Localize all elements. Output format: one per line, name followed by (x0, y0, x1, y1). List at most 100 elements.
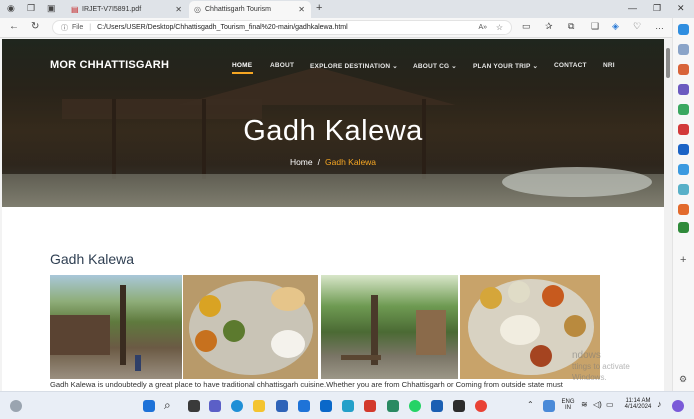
maximize-button[interactable]: ❐ (653, 3, 661, 14)
shopping-icon[interactable] (678, 64, 689, 75)
hero-banner: MOR CHHATTISGARH HOME ABOUT EXPLORE DEST… (2, 39, 664, 207)
clock[interactable]: 11:14 AM 4/14/2024 (618, 398, 658, 410)
settings-icon[interactable]: ⚙ (679, 374, 687, 385)
teams-icon[interactable] (209, 400, 221, 412)
file-scheme-label: File (72, 24, 84, 31)
nav-contact[interactable]: CONTACT (554, 62, 587, 69)
tree-icon[interactable] (678, 222, 689, 233)
copilot-taskbar-icon[interactable] (672, 400, 684, 412)
drop-icon[interactable] (678, 184, 689, 195)
nav-about-cg[interactable]: ABOUT CG ⌄ (413, 62, 457, 70)
watermark-line-2: ttings to activate Windows. (572, 362, 630, 382)
copilot-icon[interactable] (678, 24, 689, 35)
nav-explore-destination[interactable]: EXPLORE DESTINATION ⌄ (310, 62, 398, 70)
close-window-button[interactable]: ✕ (677, 3, 685, 14)
photo-courtyard (50, 275, 182, 379)
profile-icon[interactable]: ◉ (7, 3, 15, 14)
language-line-2: IN (565, 405, 571, 411)
info-icon: ⓘ (61, 24, 68, 32)
section-title: Gadh Kalewa (50, 251, 135, 267)
photo-tree-trunk (120, 285, 126, 365)
tools-icon[interactable] (678, 84, 689, 95)
description-text: Gadh Kalewa is undoubtedly a great place… (50, 380, 563, 389)
more-menu-icon[interactable]: … (655, 21, 664, 31)
page-scrollbar-thumb[interactable] (666, 48, 670, 78)
app-icon[interactable] (364, 400, 376, 412)
url-field[interactable]: ⓘ File | C:/Users/USER/Desktop/Chhattisg… (52, 20, 512, 35)
start-icon[interactable] (143, 400, 155, 412)
app-icon[interactable] (431, 400, 443, 412)
watermark-line-1: ndows (572, 350, 601, 361)
photo-thali (183, 275, 318, 379)
wifi-icon[interactable]: ≋ (581, 400, 588, 409)
app-icon[interactable] (342, 400, 354, 412)
nav-home[interactable]: HOME (232, 62, 252, 69)
breadcrumb-home[interactable]: Home (290, 157, 313, 167)
photo-hut (416, 310, 446, 355)
back-icon[interactable]: ← (9, 21, 19, 32)
page-viewport: MOR CHHATTISGARH HOME ABOUT EXPLORE DEST… (2, 39, 664, 391)
battery-icon[interactable]: ▭ (606, 400, 614, 409)
minimize-button[interactable]: — (628, 3, 637, 13)
volume-icon[interactable]: ◁) (593, 400, 602, 409)
chrome-icon[interactable] (475, 400, 487, 412)
app-icon[interactable] (387, 400, 399, 412)
site-brand[interactable]: MOR CHHATTISGARH (50, 59, 169, 71)
search-icon[interactable] (678, 44, 689, 55)
page-scrollbar[interactable] (664, 39, 672, 391)
read-aloud-icon[interactable]: A» (478, 24, 487, 31)
close-tab-icon[interactable]: ✕ (175, 5, 182, 14)
nav-nri[interactable]: NRI (603, 62, 615, 69)
photo-bowl (530, 345, 552, 367)
task-view-icon[interactable] (188, 400, 200, 412)
outlook-icon[interactable] (678, 144, 689, 155)
games-icon[interactable] (678, 104, 689, 115)
collections-icon[interactable]: ❑ (591, 21, 599, 32)
tab-actions-icon[interactable]: ▣ (47, 3, 56, 14)
favorite-star-icon[interactable]: ☆ (496, 23, 503, 32)
browser-essentials-icon[interactable]: ♡ (633, 21, 641, 32)
favorites-icon[interactable]: ✰ (545, 21, 553, 32)
office-icon[interactable] (678, 124, 689, 135)
app-icon[interactable] (320, 400, 332, 412)
tab-chhattisgarh-tourism[interactable]: ◎ Chhattisgarh Tourism ✕ (189, 1, 311, 18)
windows-taskbar: ⌕ ⌃ ENG IN ≋ ◁) ▭ 11:14 AM 4/14/2024 ♪ (0, 391, 694, 419)
photo-person (135, 355, 141, 371)
whatsapp-icon[interactable] (409, 400, 421, 412)
extensions-icon[interactable]: ⧉ (568, 21, 574, 32)
close-tab-icon[interactable]: ✕ (298, 5, 305, 14)
page-icon: ◎ (194, 5, 201, 14)
chevron-up-icon[interactable]: ⌃ (527, 400, 534, 409)
notifications-icon[interactable]: ♪ (657, 399, 662, 409)
refresh-icon[interactable]: ↻ (31, 21, 39, 32)
photo-puri (271, 287, 305, 311)
language-indicator[interactable]: ENG IN (559, 399, 577, 411)
split-screen-icon[interactable]: ▭ (522, 21, 531, 32)
edge-sidebar: + ⚙ (672, 18, 694, 391)
photo-bowl (480, 287, 502, 309)
photo-bowl (542, 285, 564, 307)
add-icon[interactable]: + (680, 254, 686, 266)
activate-windows-watermark: ndows ttings to activate Windows. (572, 350, 664, 383)
new-tab-icon[interactable]: + (316, 2, 322, 14)
address-bar-row: ← ↻ ⓘ File | C:/Users/USER/Desktop/Chhat… (0, 18, 694, 38)
mail-icon[interactable] (298, 400, 310, 412)
tab-tourism-label: Chhattisgarh Tourism (205, 6, 272, 13)
app-icon[interactable] (678, 204, 689, 215)
tray-app-icon[interactable] (543, 400, 555, 412)
file-explorer-icon[interactable] (253, 400, 265, 412)
photo-bowl (564, 315, 586, 337)
tab-pdf[interactable]: ▤ IRJET-V7I5891.pdf ✕ (66, 1, 188, 18)
copilot-icon[interactable]: ◈ (612, 21, 619, 32)
search-icon[interactable]: ⌕ (164, 398, 171, 413)
weather-icon[interactable] (10, 400, 22, 412)
telegram-icon[interactable] (678, 164, 689, 175)
breadcrumb-separator: / (317, 157, 320, 167)
edge-icon[interactable] (231, 400, 243, 412)
store-icon[interactable] (276, 400, 288, 412)
nav-about[interactable]: ABOUT (270, 62, 294, 69)
nav-plan-your-trip[interactable]: PLAN YOUR TRIP ⌄ (473, 62, 538, 70)
app-icon[interactable] (453, 400, 465, 412)
workspaces-icon[interactable]: ❐ (27, 3, 35, 14)
photo-curry-bowl (195, 330, 217, 352)
